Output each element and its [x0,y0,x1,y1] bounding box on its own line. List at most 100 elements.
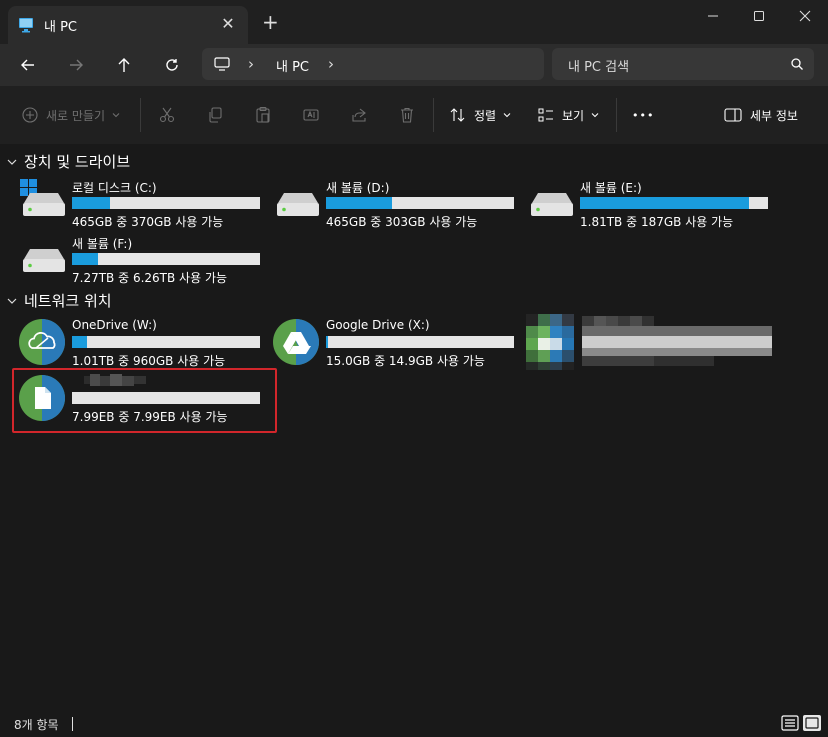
status-bar: 8개 항목 [0,710,828,737]
drive-item-d[interactable]: 새 볼륨 (D:) 465GB 중 303GB 사용 가능 [272,179,522,231]
plus-circle-icon [22,107,38,123]
status-divider [72,717,73,731]
search-input[interactable]: 내 PC 검색 [568,56,629,75]
section-title: 장치 및 드라이브 [24,153,131,171]
network-drive-redacted[interactable] [526,314,772,370]
paste-button[interactable] [254,104,272,126]
drive-usage-fill [72,336,88,348]
details-pane-label: 세부 정보 [750,108,798,123]
up-button[interactable] [109,50,139,80]
new-tab-button[interactable]: + [262,12,279,32]
network-drive-onedrive[interactable]: OneDrive (W:) 1.01TB 중 960GB 사용 가능 [18,318,268,370]
minimize-button[interactable] [690,0,736,32]
sort-icon [450,108,465,122]
maximize-button[interactable] [736,0,782,32]
title-bar: 내 PC ✕ + [0,0,828,44]
forward-button[interactable] [61,50,91,80]
drive-space-info: 1.01TB 중 960GB 사용 가능 [72,354,226,368]
drive-usage-bar [72,336,260,348]
toolbar-divider [433,98,434,132]
address-bar[interactable]: › 내 PC › [202,48,544,80]
details-pane-button[interactable]: 세부 정보 [724,104,798,126]
drive-name: Google Drive (X:) [326,318,430,332]
back-button[interactable] [13,50,43,80]
close-icon [799,10,811,22]
refresh-icon [166,59,178,71]
search-box[interactable]: 내 PC 검색 [552,48,814,80]
close-button[interactable] [782,0,828,32]
hard-drive-icon [23,249,65,272]
chevron-down-icon [7,298,17,304]
breadcrumb-this-pc[interactable]: 내 PC [276,56,309,75]
toolbar-divider [616,98,617,132]
chevron-down-icon [591,113,599,118]
breadcrumb-separator[interactable]: › [328,55,334,73]
rename-button[interactable] [302,104,320,126]
drive-name: OneDrive (W:) [72,318,157,332]
arrow-right-icon [70,59,83,71]
view-list-icon [538,108,553,122]
network-drive-google-drive[interactable]: Google Drive (X:) 15.0GB 중 14.9GB 사용 가능 [272,318,522,370]
item-count: 8개 항목 [14,718,59,732]
drive-space-info: 1.81TB 중 187GB 사용 가능 [580,215,734,229]
navigation-bar: › 내 PC › 내 PC 검색 [0,44,828,86]
section-title: 네트워크 위치 [24,292,112,310]
redacted-drive-graphic [526,314,772,370]
maximize-icon [754,11,764,21]
tab-this-pc[interactable]: 내 PC ✕ [8,6,248,44]
section-devices-drives[interactable]: 장치 및 드라이브 [6,151,130,172]
new-button-label: 새로 만들기 [46,108,106,123]
hard-drive-icon [531,193,573,216]
cut-button[interactable] [158,104,176,126]
breadcrumb-separator[interactable]: › [248,55,254,73]
rename-icon [303,109,319,121]
tab-title: 내 PC [44,20,78,35]
drive-name: 새 볼륨 (D:) [326,181,390,195]
sort-button-label: 정렬 [474,108,497,123]
drive-usage-bar [326,336,514,348]
view-button[interactable]: 보기 [538,104,600,126]
selection-highlight-box [12,368,277,433]
windows-drive-icon [20,179,65,216]
details-view-icon[interactable] [781,715,799,731]
refresh-button[interactable] [157,50,187,80]
drive-usage-bar [580,197,768,209]
trash-icon [401,107,413,123]
section-network-locations[interactable]: 네트워크 위치 [6,290,112,311]
chevron-down-icon [7,159,17,165]
drive-usage-bar [72,197,260,209]
tab-close-button[interactable]: ✕ [218,14,238,33]
view-button-label: 보기 [562,108,585,123]
drive-usage-fill [326,197,392,209]
details-pane-icon [724,108,742,122]
monitor-icon [214,57,230,71]
drive-name: 새 볼륨 (E:) [580,181,642,195]
onedrive-network-icon [19,319,65,365]
scissors-icon [159,107,175,123]
large-icons-view-icon[interactable] [803,715,821,731]
more-options-button[interactable]: ••• [632,104,654,126]
drive-item-e[interactable]: 새 볼륨 (E:) 1.81TB 중 187GB 사용 가능 [526,179,776,231]
drive-space-info: 15.0GB 중 14.9GB 사용 가능 [326,354,485,368]
copy-button[interactable] [206,104,224,126]
drive-space-info: 465GB 중 370GB 사용 가능 [72,215,224,229]
pc-icon [19,18,33,33]
google-drive-network-icon [273,319,319,365]
share-button[interactable] [350,104,368,126]
clipboard-icon [256,106,270,123]
arrow-up-icon [118,58,130,72]
drive-item-f[interactable]: 새 볼륨 (F:) 7.27TB 중 6.26TB 사용 가능 [18,235,268,287]
command-bar: 새로 만들기 정렬 보기 ••• 세부 정보 [0,86,828,144]
drive-name: 새 볼륨 (F:) [72,237,133,251]
new-button[interactable]: 새로 만들기 [22,104,121,126]
drive-item-c[interactable]: 로컬 디스크 (C:) 465GB 중 370GB 사용 가능 [18,179,268,231]
arrow-left-icon [21,59,34,71]
sort-button[interactable]: 정렬 [450,104,512,126]
drive-usage-fill [72,197,110,209]
drive-usage-fill [72,253,99,265]
search-icon [791,58,803,70]
delete-button[interactable] [398,104,416,126]
hard-drive-icon [277,193,319,216]
drive-usage-fill [326,336,328,348]
drive-space-info: 465GB 중 303GB 사용 가능 [326,215,478,229]
